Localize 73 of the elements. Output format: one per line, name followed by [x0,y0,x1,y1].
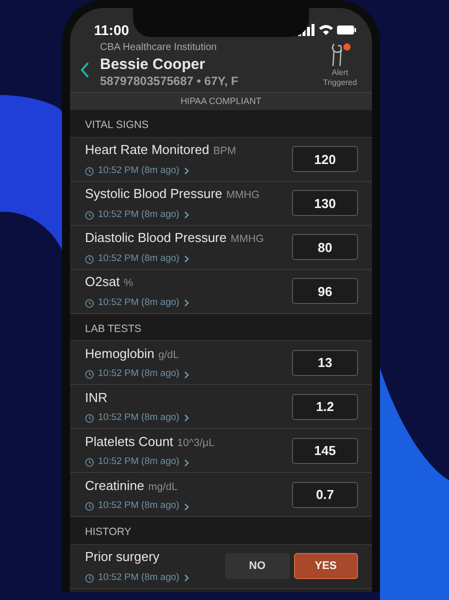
timestamp-link[interactable]: 10:52 PM (8m ago) [85,570,190,586]
field-label: Creatinine [85,476,144,495]
value-field[interactable]: 1.2 [292,394,358,420]
field-label: O2sat [85,273,120,292]
chevron-icon [184,211,190,220]
clock-icon [85,254,94,264]
value-field[interactable]: 145 [292,438,358,464]
chevron-icon [184,574,190,582]
clock-icon [85,414,94,423]
unit-label: mg/dL [148,480,178,495]
alert-label: Alert Triggered [322,68,358,88]
field-label: Heart Rate Monitored [85,141,210,160]
value-field[interactable]: 13 [292,350,358,376]
unit-label: MMHG [226,188,260,204]
field-label: Diastolic Blood Pressure [85,229,227,248]
toggle-option[interactable]: NO [225,553,290,580]
clock-icon [85,370,94,380]
clock-icon [85,166,94,176]
chevron-icon [184,458,190,467]
chevron-icon [184,414,190,422]
timestamp-text: 10:52 PM (8m ago) [97,570,180,585]
timestamp-text: 10:52 PM (8m ago) [97,411,180,426]
section-title: HISTORY [70,517,372,545]
unit-label: g/dL [158,348,179,363]
field-label: Hemoglobin [85,344,154,363]
clock-icon [85,502,94,512]
chevron-icon [184,299,190,308]
timestamp-link[interactable]: 10:52 PM (8m ago) [85,367,190,382]
timestamp-text: 10:52 PM (8m ago) [97,499,180,514]
institution-name: CBA Healthcare Institution [100,42,218,54]
chevron-icon [184,167,190,176]
timestamp-text: 10:52 PM (8m ago) [97,252,180,266]
value-field[interactable]: 0.7 [292,482,358,508]
back-icon[interactable] [80,62,90,78]
timestamp-link[interactable]: 10:52 PM (8m ago) [85,455,214,470]
patient-name: Bessie Cooper [100,56,206,74]
timestamp-text: 10:52 PM (8m ago) [97,296,180,310]
value-field[interactable]: 120 [292,146,358,172]
timestamp-text: 10:52 PM (8m ago) [97,455,180,470]
field-label: Systolic Blood Pressure [85,185,222,204]
status-time: 11:00 [94,20,130,40]
timestamp-text: 10:52 PM (8m ago) [97,164,180,178]
compliance-banner: HIPAA COMPLIANT [70,92,372,110]
status-icons [298,24,356,36]
timestamp-link[interactable]: 10:52 PM (8m ago) [85,164,236,178]
timestamp-link[interactable]: 10:52 PM (8m ago) [85,208,260,222]
section-title: LAB TESTS [70,314,372,342]
timestamp-link[interactable]: 10:52 PM (8m ago) [85,252,264,266]
chevron-icon [184,370,190,379]
timestamp-link[interactable]: 10:52 PM (8m ago) [85,296,190,310]
field-label: INR [85,388,108,407]
value-field[interactable]: 96 [292,278,358,304]
field-label: Platelets Count [85,432,174,451]
unit-label: BPM [213,144,236,160]
value-field[interactable]: 130 [292,190,358,216]
chevron-icon [184,502,190,511]
clock-icon [85,298,94,308]
timestamp-link[interactable]: 10:52 PM (8m ago) [85,499,190,514]
toggle-option[interactable]: YES [294,553,358,580]
unit-label: 10^3/μL [177,436,214,451]
value-field[interactable]: 80 [292,234,358,260]
timestamp-text: 10:52 PM (8m ago) [97,367,180,382]
chevron-icon [184,255,190,264]
unit-label: MMHG [230,232,264,248]
section-title: VITAL SIGNS [70,110,372,138]
clock-icon [85,574,94,583]
unit-label: % [124,276,134,292]
clock-icon [85,458,94,468]
field-label: Prior surgery [85,548,160,566]
timestamp-text: 10:52 PM (8m ago) [97,208,180,222]
clock-icon [85,210,94,220]
patient-info: 58797803575687 • 67Y, F [100,74,240,90]
timestamp-link[interactable]: 10:52 PM (8m ago) [85,411,190,426]
